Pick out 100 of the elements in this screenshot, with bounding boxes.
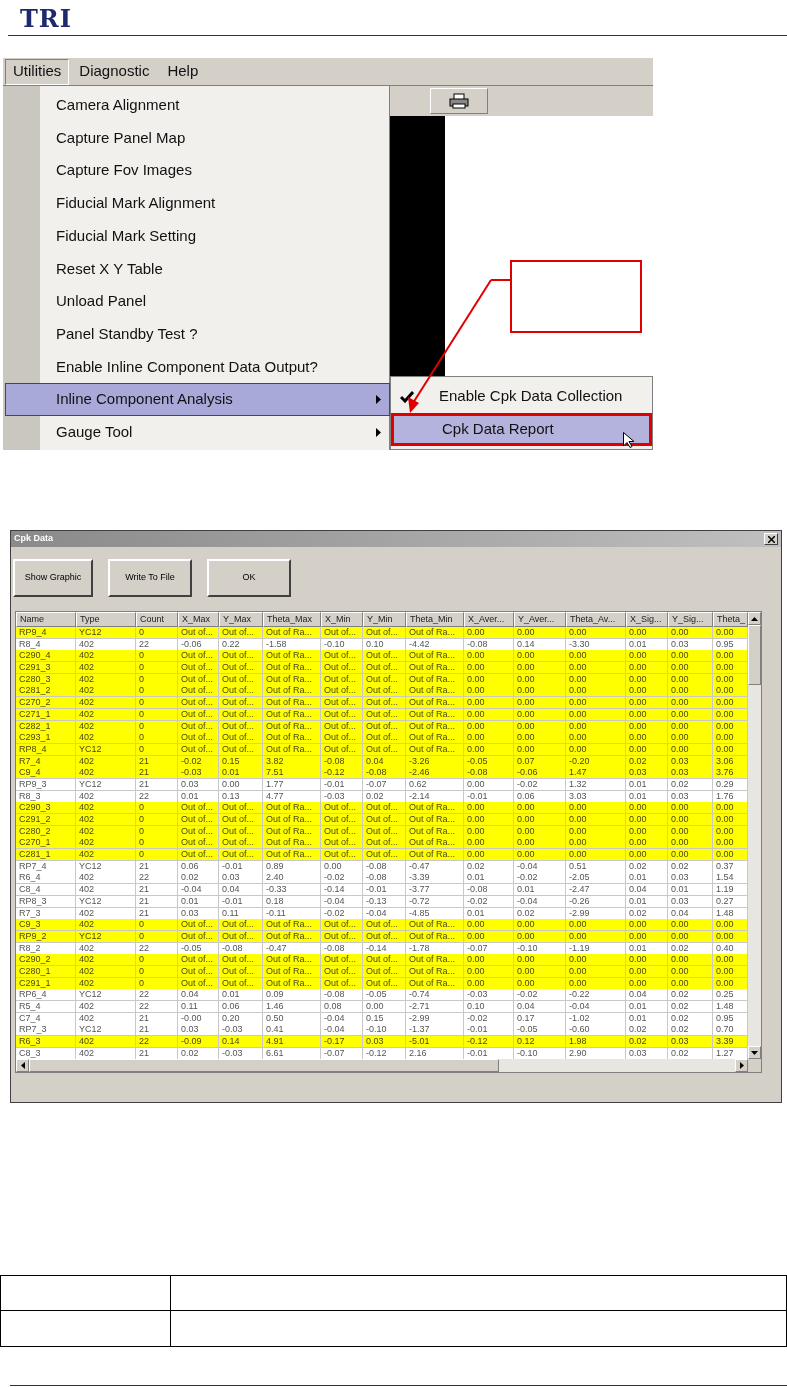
submenu-item[interactable]: Enable Cpk Data Collection xyxy=(391,380,652,413)
table-cell: Out of... xyxy=(219,743,263,756)
table-row[interactable]: C293_1 402 0 Out of... Out of... Out of Ra... Out of... Out of... Out of Ra... 0.00 0.00 0.00 0.00 0.00 0.00 xyxy=(16,732,748,744)
table-cell: Out of Ra... xyxy=(406,930,464,943)
table-cell: 0.00 xyxy=(464,708,514,721)
table-cell: Out of... xyxy=(219,708,263,721)
column-header[interactable]: X_Sig... xyxy=(626,612,668,627)
table-cell: RP8_3 xyxy=(16,895,76,908)
table-row[interactable]: R6_4 402 22 0.02 0.03 2.40 -0.02 -0.08 -3.39 0.01 -0.02 -2.05 0.01 0.03 1.54 xyxy=(16,872,748,885)
table-cell: RP9_2 xyxy=(16,930,76,943)
menu-item[interactable]: Reset X Y Table xyxy=(5,252,390,286)
table-cell: Out of... xyxy=(178,930,219,943)
table-cell: 0.00 xyxy=(464,778,514,791)
table-cell: 0.03 xyxy=(178,778,219,791)
dialog-button[interactable]: Show Graphic xyxy=(13,559,93,597)
table-row[interactable]: C270_1 402 0 Out of... Out of... Out of Ra... Out of... Out of... Out of Ra... 0.00 0.00 0.00 0.00 0.00 0.00 xyxy=(16,837,748,850)
close-button[interactable] xyxy=(764,533,778,545)
column-header[interactable]: Theta_Av... xyxy=(566,612,626,627)
table-row[interactable]: C281_2 402 0 Out of... Out of... Out of Ra... Out of... Out of... Out of Ra... 0.00 0.00 0.00 0.00 0.00 0.00 xyxy=(16,685,748,698)
table-cell: 0.00 xyxy=(514,743,566,756)
table-cell: Out of... xyxy=(321,930,363,943)
table-cell: RP9_3 xyxy=(16,778,76,791)
table-row[interactable]: C9_4 402 21 -0.03 0.01 7.51 -0.12 -0.08 -2.46 -0.08 -0.06 1.47 0.03 0.03 3.76 xyxy=(16,767,748,779)
table-row[interactable]: C291_3 402 0 Out of... Out of... Out of Ra... Out of... Out of... Out of Ra... 0.00 0.00 0.00 0.00 0.00 0.00 xyxy=(16,662,748,674)
table-row[interactable]: C290_3 402 0 Out of... Out of... Out of Ra... Out of... Out of... Out of Ra... 0.00 0.00 0.00 0.00 0.00 0.00 xyxy=(16,802,748,814)
scrollbar-thumb[interactable] xyxy=(748,625,761,685)
table-row[interactable]: C8_4 402 21 -0.04 0.04 -0.33 -0.14 -0.01 -3.77 -0.08 0.01 -2.47 0.04 0.01 1.19 xyxy=(16,884,748,896)
scroll-right-icon xyxy=(739,1062,744,1070)
menu-bar-item[interactable]: Diagnostic xyxy=(71,58,158,85)
column-header[interactable]: Y_Min xyxy=(363,612,406,627)
column-header[interactable]: Theta_ xyxy=(713,612,748,627)
table-cell: 0.00 xyxy=(514,708,566,721)
dialog-button[interactable]: Write To File xyxy=(108,559,192,597)
table-row[interactable]: C290_4 402 0 Out of... Out of... Out of Ra... Out of... Out of... Out of Ra... 0.00 0.00 0.00 0.00 0.00 0.00 xyxy=(16,650,748,663)
table-row[interactable]: RP6_4 YC12 22 0.04 0.01 0.09 -0.08 -0.05 -0.74 -0.03 -0.02 -0.22 0.04 0.02 0.25 xyxy=(16,989,748,1001)
table-row[interactable]: C9_3 402 0 Out of... Out of... Out of Ra... Out of... Out of... Out of Ra... 0.00 0.00 0.00 0.00 0.00 0.00 xyxy=(16,919,748,931)
menu-item[interactable]: Panel Standby Test ? xyxy=(5,317,390,351)
table-cell: 0.02 xyxy=(668,778,713,791)
table-cell: 0.62 xyxy=(406,778,464,791)
table-cell: 0 xyxy=(136,708,178,721)
table-row[interactable]: C281_1 402 0 Out of... Out of... Out of Ra... Out of... Out of... Out of Ra... 0.00 0.00 0.00 0.00 0.00 0.00 xyxy=(16,849,748,861)
close-icon xyxy=(767,535,775,543)
table-cell: YC12 xyxy=(76,930,136,943)
table-row[interactable]: R6_3 402 22 -0.09 0.14 4.91 -0.17 0.03 -5.01 -0.12 0.12 1.98 0.02 0.03 3.39 xyxy=(16,1036,748,1048)
menu-item[interactable]: Camera Alignment xyxy=(5,89,390,122)
submenu-item[interactable]: Cpk Data Report xyxy=(391,413,652,446)
menu-item[interactable]: Capture Fov Images xyxy=(5,154,390,188)
menu-item[interactable]: Unload Panel xyxy=(5,285,390,318)
column-header[interactable]: Type xyxy=(76,612,136,627)
table-cell: 0.00 xyxy=(626,743,668,756)
column-header[interactable]: Theta_Max xyxy=(263,612,321,627)
table-row[interactable]: R5_4 402 22 0.11 0.06 1.46 0.08 0.00 -2.71 0.10 0.04 -0.04 0.01 0.02 1.48 xyxy=(16,1001,748,1013)
table-row[interactable]: C290_2 402 0 Out of... Out of... Out of Ra... Out of... Out of... Out of Ra... 0.00 0.00 0.00 0.00 0.00 0.00 xyxy=(16,954,748,966)
table-row[interactable]: C270_2 402 0 Out of... Out of... Out of Ra... Out of... Out of... Out of Ra... 0.00 0.00 0.00 0.00 0.00 0.00 xyxy=(16,697,748,709)
printer-icon xyxy=(449,93,469,109)
table-cell: 0.18 xyxy=(263,895,321,908)
column-header[interactable]: X_Min xyxy=(321,612,363,627)
table-cell: 0.00 xyxy=(464,965,514,978)
table-cell: 0.00 xyxy=(464,930,514,943)
vertical-scrollbar[interactable] xyxy=(748,612,761,1060)
column-header[interactable]: Y_Aver... xyxy=(514,612,566,627)
menu-item[interactable]: Capture Panel Map xyxy=(5,121,390,155)
column-header[interactable]: Theta_Min xyxy=(406,612,464,627)
menu-bar-item[interactable]: Utilities xyxy=(5,58,70,85)
column-header[interactable]: X_Max xyxy=(178,612,219,627)
table-cell: 0.00 xyxy=(566,930,626,943)
table-row[interactable]: RP7_3 YC12 21 0.03 -0.03 0.41 -0.04 -0.10 -1.37 -0.01 -0.05 -0.60 0.02 0.02 0.70 xyxy=(16,1024,748,1037)
table-row[interactable]: RP9_4 YC12 0 Out of... Out of... Out of Ra... Out of... Out of... Out of Ra... 0.00 0.00 0.00 0.00 0.00 0.00 xyxy=(16,627,748,639)
table-cell: 0 xyxy=(136,965,178,978)
table-cell: YC12 xyxy=(76,743,136,756)
horizontal-scrollbar[interactable] xyxy=(16,1059,761,1073)
menu-item[interactable]: Inline Component Analysis xyxy=(5,383,390,416)
column-header[interactable]: Count xyxy=(136,612,178,627)
column-header[interactable]: Name xyxy=(16,612,76,627)
table-cell: 0.00 xyxy=(566,965,626,978)
dialog-button[interactable]: OK xyxy=(207,559,291,597)
table-cell: Out of Ra... xyxy=(263,743,321,756)
column-header[interactable]: Y_Max xyxy=(219,612,263,627)
table-cell: Out of... xyxy=(363,743,406,756)
table-cell: 0.01 xyxy=(178,895,219,908)
column-header[interactable]: X_Aver... xyxy=(464,612,514,627)
table-row[interactable]: C291_2 402 0 Out of... Out of... Out of Ra... Out of... Out of... Out of Ra... 0.00 0.00 0.00 0.00 0.00 0.00 xyxy=(16,814,748,826)
print-button[interactable] xyxy=(430,88,488,114)
table-cell: 0.00 xyxy=(566,708,626,721)
mouse-cursor-icon xyxy=(623,432,635,448)
menu-item[interactable]: Gauge Tool xyxy=(5,415,390,449)
column-header[interactable]: Y_Sig... xyxy=(668,612,713,627)
menu-bar-item[interactable]: Help xyxy=(159,58,207,85)
table-cell: Out of... xyxy=(363,930,406,943)
table-cell: Out of... xyxy=(363,708,406,721)
table-cell: 0.00 xyxy=(566,743,626,756)
menu-item[interactable]: Fiducial Mark Alignment xyxy=(5,187,390,220)
menu-item[interactable]: Enable Inline Component Data Output? xyxy=(5,350,390,384)
table-cell: Out of... xyxy=(178,708,219,721)
scrollbar-thumb[interactable] xyxy=(29,1059,499,1073)
submenu-arrow-icon xyxy=(376,427,381,437)
table-cell: Out of... xyxy=(178,743,219,756)
table-cell: 0.00 xyxy=(668,965,713,978)
table-cell: Out of... xyxy=(219,965,263,978)
menu-item[interactable]: Fiducial Mark Setting xyxy=(5,219,390,253)
